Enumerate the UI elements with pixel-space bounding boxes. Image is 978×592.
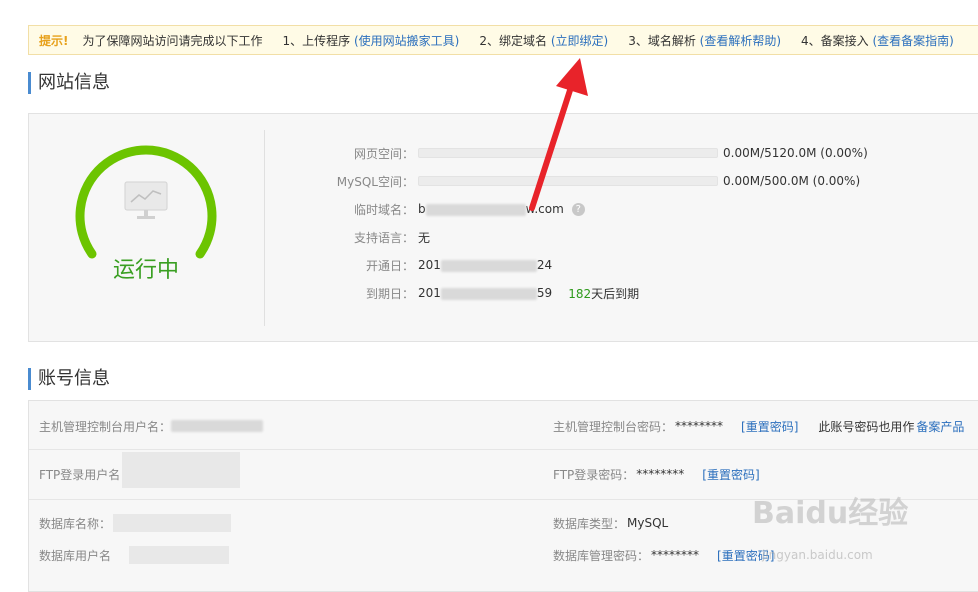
shared-note: 此账号密码也用作: [818, 419, 915, 434]
reset-console-pwd-button[interactable]: [重置密码]: [741, 418, 798, 435]
redacted-block: [113, 514, 232, 532]
redacted-block: [129, 546, 230, 564]
redacted-block: [122, 452, 241, 488]
db-user-field: 数据库用户名: [39, 546, 230, 564]
notice-bar: 提示! 为了保障网站访问请完成以下工作 1、上传程序 (使用网站搬家工具) 2、…: [28, 25, 978, 55]
language-label: 支持语言：: [353, 230, 414, 245]
site-info-title: 网站信息: [28, 72, 110, 94]
db-pwd-field: 数据库管理密码： ******** [重置密码]: [553, 546, 774, 564]
ftp-user-field: FTP登录用户名: [39, 452, 241, 488]
monitor-icon: [123, 180, 169, 222]
expire-date-value: 201 59: [418, 286, 553, 300]
console-user-field: 主机管理控制台用户名：: [39, 417, 264, 435]
temp-domain-label: 临时域名：: [353, 202, 414, 217]
notice-step-upload: 1、上传程序 (使用网站搬家工具): [282, 33, 460, 48]
redacted-block: [171, 420, 264, 432]
console-user-label: 主机管理控制台用户名：: [39, 419, 172, 434]
reset-ftp-pwd-button[interactable]: [重置密码]: [702, 466, 759, 483]
link-icp-product[interactable]: 备案产品: [916, 418, 964, 435]
mysql-space-value: 0.00M/500.0M (0.00%): [723, 174, 861, 188]
db-pwd-value: ********: [651, 548, 700, 562]
status-gauge: 运行中: [73, 130, 219, 283]
link-icp-guide[interactable]: (查看备案指南): [873, 34, 954, 48]
open-date-row: 开通日： 201 24: [289, 255, 552, 275]
site-info-panel: 运行中 网页空间： 0.00M/5120.0M (0.00%) MySQL空间：…: [28, 113, 978, 342]
web-space-label: 网页空间：: [353, 146, 414, 161]
open-date-label: 开通日：: [365, 258, 414, 273]
console-pwd-value: ********: [675, 419, 724, 433]
notice-intro: 为了保障网站访问请完成以下工作: [82, 33, 263, 48]
language-value: 无: [418, 230, 431, 245]
ftp-pwd-label: FTP登录密码：: [553, 467, 635, 482]
redacted-block: [440, 259, 537, 272]
days-left: 182天后到期: [568, 286, 640, 301]
db-type-field: 数据库类型： MySQL: [553, 514, 668, 532]
redacted-block: [440, 287, 537, 300]
expire-date-row: 到期日： 201 59 182天后到期: [289, 283, 639, 303]
link-bind-now[interactable]: (立即绑定): [551, 34, 608, 48]
notice-step-bind: 2、绑定域名 (立即绑定): [479, 33, 609, 48]
expire-date-label: 到期日：: [365, 286, 414, 301]
link-migration-tool[interactable]: (使用网站搬家工具): [354, 34, 459, 48]
console-pwd-label: 主机管理控制台密码：: [553, 419, 674, 434]
open-date-value: 201 24: [418, 258, 553, 272]
ftp-user-label: FTP登录用户名: [39, 467, 121, 482]
annotation-arrow: [529, 58, 588, 211]
baidu-watermark: Baidu经验: [752, 496, 909, 531]
db-type-label: 数据库类型：: [553, 516, 626, 531]
ftp-pwd-value: ********: [636, 467, 685, 481]
db-pwd-label: 数据库管理密码：: [553, 548, 650, 563]
notice-step-dns: 3、域名解析 (查看解析帮助): [628, 33, 782, 48]
mysql-space-label: MySQL空间：: [336, 174, 414, 189]
link-dns-help[interactable]: (查看解析帮助): [700, 34, 781, 48]
db-type-value: MySQL: [627, 516, 669, 530]
account-info-title: 账号信息: [28, 368, 110, 390]
console-pwd-field: 主机管理控制台密码： ******** [重置密码] 此账号密码也用作 备案产品: [553, 417, 964, 435]
status-text: 运行中: [112, 258, 179, 283]
redacted-block: [425, 203, 526, 216]
notice-label: 提示!: [39, 33, 69, 48]
panel-divider: [264, 130, 265, 326]
language-row: 支持语言： 无: [289, 227, 430, 247]
db-user-label: 数据库用户名: [39, 548, 112, 563]
db-name-field: 数据库名称：: [39, 514, 232, 532]
web-space-value: 0.00M/5120.0M (0.00%): [723, 146, 868, 160]
watermark-url: jingyan.baidu.com: [762, 548, 873, 562]
db-name-label: 数据库名称：: [39, 516, 112, 531]
ftp-pwd-field: FTP登录密码： ******** [重置密码]: [553, 465, 760, 483]
row-divider: [29, 449, 978, 450]
notice-step-icp: 4、备案接入 (查看备案指南): [801, 33, 954, 48]
